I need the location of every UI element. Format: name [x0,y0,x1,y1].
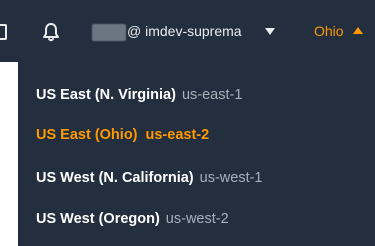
region-code: us-east-1 [181,87,243,103]
caret-down-icon[interactable] [265,28,275,35]
account-menu-label[interactable]: @ imdev-suprema [127,23,242,39]
monitor-icon[interactable] [0,24,10,40]
region-name: US West (N. California) [36,170,194,186]
top-navigation-bar: @ imdev-suprema Ohio [0,0,375,62]
region-option-us-west-1[interactable]: US West (N. California) us-west-1 [36,167,263,189]
region-selector[interactable]: Ohio [314,23,344,39]
region-name: US East (N. Virginia) [36,87,176,103]
region-code: us-west-1 [199,170,263,186]
bell-icon[interactable] [42,22,60,42]
region-name: US West (Oregon) [36,211,160,227]
region-code: us-west-2 [165,211,229,227]
region-option-us-east-1[interactable]: US East (N. Virginia) us-east-1 [36,84,242,106]
region-option-us-west-2[interactable]: US West (Oregon) us-west-2 [36,208,229,230]
region-option-us-east-2[interactable]: US East (Ohio) us-east-2 [36,124,209,146]
region-code: us-east-2 [145,127,210,143]
account-name-redacted [92,24,126,41]
region-name: US East (Ohio) [36,127,138,143]
caret-up-icon[interactable] [353,27,363,34]
